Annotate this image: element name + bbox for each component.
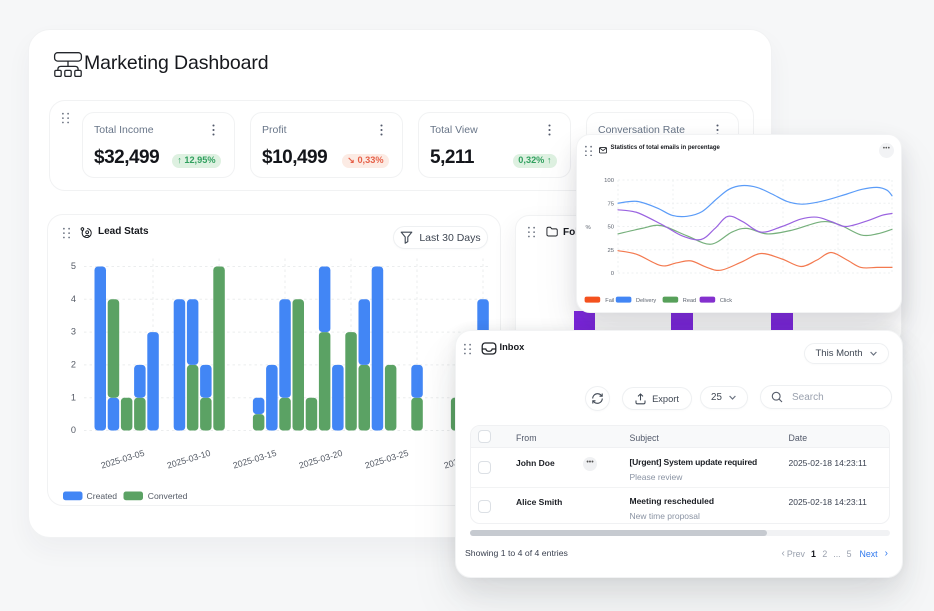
svg-text:0: 0 [611,271,615,277]
svg-text:25: 25 [607,248,614,254]
svg-text:Click: Click [720,298,732,304]
svg-text:2: 2 [71,360,76,370]
svg-text:%: % [586,225,592,231]
svg-text:Read: Read [683,298,696,304]
svg-text:Fail: Fail [605,298,614,304]
svg-text:50: 50 [607,225,614,231]
svg-text:3: 3 [71,327,76,337]
svg-text:1: 1 [71,392,76,402]
svg-text:2025-03-10: 2025-03-10 [166,448,212,471]
svg-text:2025-03-20: 2025-03-20 [298,448,344,471]
svg-text:Created: Created [87,491,118,501]
svg-text:2025-03-25: 2025-03-25 [364,448,410,471]
svg-text:4: 4 [71,294,76,304]
svg-text:2025-03-05: 2025-03-05 [100,448,146,471]
svg-text:0: 0 [71,425,76,435]
svg-text:2025-03-15: 2025-03-15 [232,448,278,471]
svg-text:Delivery: Delivery [636,298,656,304]
svg-text:Converted: Converted [148,491,188,501]
svg-text:100: 100 [604,178,615,184]
svg-text:5: 5 [71,261,76,271]
svg-text:75: 75 [607,202,614,208]
